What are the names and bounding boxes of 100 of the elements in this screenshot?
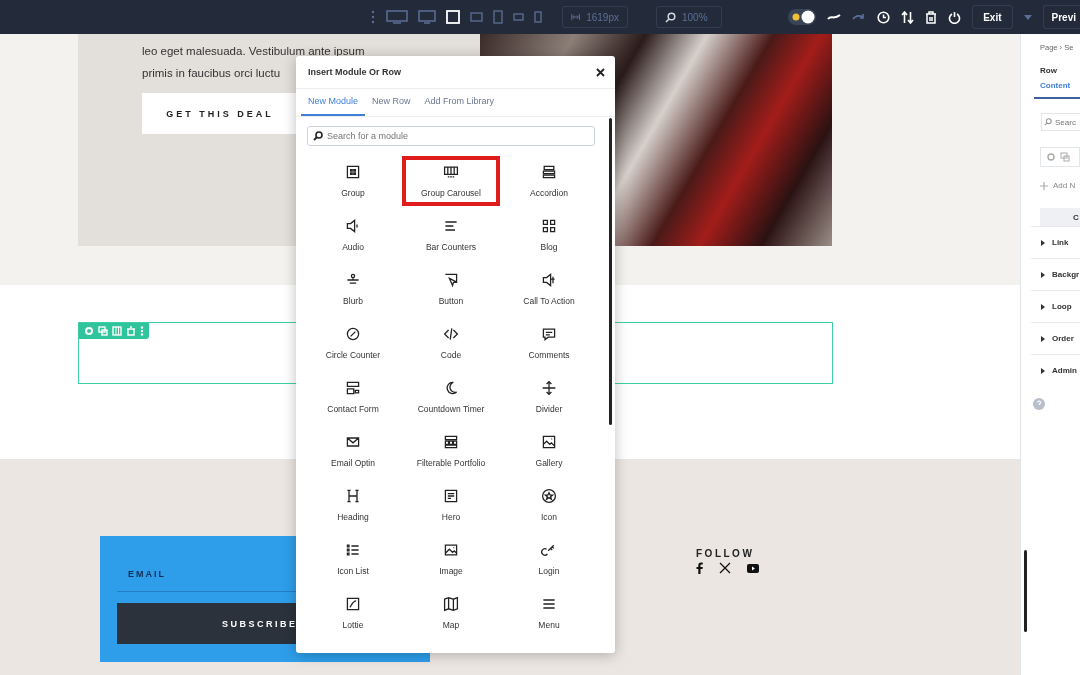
- module-item[interactable]: Call To Action: [500, 264, 598, 314]
- module-icon: [541, 272, 557, 288]
- module-icon: [443, 218, 459, 234]
- columns-icon[interactable]: [112, 326, 122, 336]
- module-icon: [541, 434, 557, 450]
- module-item[interactable]: Group: [304, 156, 402, 206]
- facebook-icon[interactable]: [696, 562, 703, 574]
- module-icon: [541, 542, 557, 558]
- width-icon: [571, 12, 581, 22]
- preview-button[interactable]: Previ: [1042, 5, 1080, 29]
- theme-toggle-icon[interactable]: [788, 9, 817, 25]
- module-icon: [443, 542, 459, 558]
- duplicate-icon[interactable]: [1060, 152, 1070, 162]
- caret-icon: [1041, 239, 1045, 246]
- more-icon[interactable]: [140, 326, 144, 336]
- help-icon[interactable]: [1033, 398, 1045, 410]
- search-icon: [313, 131, 323, 141]
- x-icon[interactable]: [719, 562, 731, 574]
- module-icon: [345, 596, 361, 612]
- module-item[interactable]: Circle Counter: [304, 318, 402, 368]
- module-icon: [443, 272, 459, 288]
- dialog-title: Insert Module Or Row: [308, 67, 401, 77]
- module-icon: [443, 596, 459, 612]
- module-item[interactable]: Hero: [402, 480, 500, 530]
- caret-icon: [1041, 303, 1045, 310]
- module-item[interactable]: Bar Counters: [402, 210, 500, 260]
- module-icon: [443, 326, 459, 342]
- caret-icon[interactable]: [1023, 14, 1032, 20]
- trash-icon[interactable]: [925, 10, 938, 24]
- module-item[interactable]: Contact Form: [304, 372, 402, 422]
- module-icon: [345, 488, 361, 504]
- caret-icon: [1041, 271, 1045, 278]
- module-icon: [443, 488, 459, 504]
- exit-button[interactable]: Exit: [972, 5, 1013, 29]
- panel-section-toggle[interactable]: Loop: [1031, 290, 1080, 322]
- module-icon: [541, 488, 557, 504]
- video-icon[interactable]: [747, 563, 759, 573]
- module-item[interactable]: Divider: [500, 372, 598, 422]
- deal-button[interactable]: GET THIS DEAL: [142, 93, 298, 134]
- module-item[interactable]: Accordion: [500, 156, 598, 206]
- dialog-tab[interactable]: New Row: [365, 89, 418, 116]
- caret-icon: [1041, 335, 1045, 342]
- module-item[interactable]: Login: [500, 534, 598, 584]
- module-item[interactable]: Email Optin: [304, 426, 402, 476]
- panel-section-toggle[interactable]: Order: [1031, 322, 1080, 354]
- history-icon[interactable]: [877, 10, 891, 24]
- panel-search-field[interactable]: Searc: [1041, 113, 1080, 131]
- module-search-field[interactable]: Search for a module: [307, 126, 595, 146]
- close-icon[interactable]: [596, 67, 605, 77]
- dialog-tab[interactable]: Add From Library: [417, 89, 502, 116]
- module-icon: [345, 434, 361, 450]
- panel-section-toggle[interactable]: Backgr: [1031, 258, 1080, 290]
- dialog-tab[interactable]: New Module: [301, 89, 366, 116]
- drag-handle-icon[interactable]: [370, 10, 376, 24]
- module-item[interactable]: Icon: [500, 480, 598, 530]
- content-tab[interactable]: Content: [1034, 75, 1080, 99]
- panel-button[interactable]: C: [1040, 208, 1080, 226]
- module-item[interactable]: Audio: [304, 210, 402, 260]
- module-item[interactable]: Button: [402, 264, 500, 314]
- desktop-icon[interactable]: [386, 10, 408, 24]
- module-icon: [443, 434, 459, 450]
- phone-landscape-icon[interactable]: [513, 13, 524, 21]
- module-item[interactable]: Heading: [304, 480, 402, 530]
- module-item[interactable]: Blurb: [304, 264, 402, 314]
- module-icon: [541, 218, 557, 234]
- module-item[interactable]: Menu: [500, 588, 598, 638]
- redo-icon[interactable]: [852, 12, 867, 22]
- module-item[interactable]: Countdown Timer: [402, 372, 500, 422]
- module-icon: [443, 164, 459, 180]
- tablet-landscape-icon[interactable]: [470, 12, 483, 22]
- phone-icon[interactable]: [534, 11, 542, 23]
- plus-icon[interactable]: [1040, 181, 1048, 190]
- hero-text: leo eget malesuada. Vestibulum ante ipsum: [142, 44, 365, 59]
- hero-text: primis in faucibus orci luctu: [142, 66, 281, 81]
- module-icon: [541, 596, 557, 612]
- module-icon: [345, 164, 361, 180]
- sort-icon[interactable]: [901, 10, 915, 24]
- module-item[interactable]: Comments: [500, 318, 598, 368]
- panel-section-toggle[interactable]: Link: [1031, 226, 1080, 258]
- module-item[interactable]: Group Carousel: [402, 156, 500, 206]
- module-item[interactable]: Filterable Portfolio: [402, 426, 500, 476]
- panel-section-toggle[interactable]: Admin: [1031, 354, 1080, 386]
- power-icon[interactable]: [948, 10, 962, 24]
- search-icon: [665, 11, 676, 23]
- add-link[interactable]: Add N: [1053, 181, 1076, 190]
- module-icon: [541, 326, 557, 342]
- monitor-icon[interactable]: [418, 10, 436, 24]
- module-item[interactable]: Gallery: [500, 426, 598, 476]
- follow-heading: FOLLOW: [696, 548, 756, 559]
- module-item[interactable]: Blog: [500, 210, 598, 260]
- duplicate-icon[interactable]: [98, 326, 108, 336]
- scrollbar[interactable]: [609, 118, 612, 425]
- scrollbar[interactable]: [1024, 550, 1027, 632]
- module-item[interactable]: Code: [402, 318, 500, 368]
- module-icon: [345, 380, 361, 396]
- module-icon: [345, 218, 361, 234]
- module-icon: [541, 380, 557, 396]
- tablet-icon[interactable]: [493, 10, 503, 24]
- module-icon: [541, 164, 557, 180]
- module-icon: [345, 326, 361, 342]
